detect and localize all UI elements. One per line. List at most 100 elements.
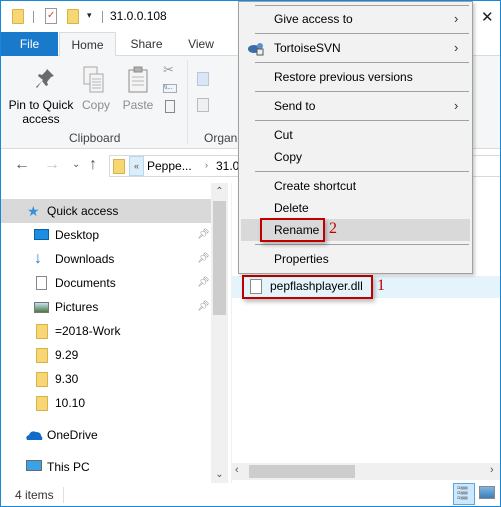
- pin-label-line2: access: [22, 112, 60, 126]
- pin-icon[interactable]: 📌︎: [197, 223, 210, 247]
- nav-item-onedrive[interactable]: OneDrive: [1, 423, 211, 447]
- status-bar: 4 items ▫═ ▫═ ▫═: [1, 483, 500, 506]
- organize-group-label: Organi: [204, 131, 241, 145]
- pictures-icon: [34, 302, 49, 313]
- copy-button[interactable]: Copy: [79, 56, 113, 128]
- navpane-scrollbar[interactable]: ⌃ ⌄: [211, 183, 228, 483]
- copy-label: Copy: [81, 98, 110, 112]
- move-to-icon[interactable]: [197, 72, 209, 86]
- nav-item-folder[interactable]: 10.10: [1, 391, 211, 415]
- large-icons-view-button[interactable]: [479, 486, 495, 499]
- nav-item-folder[interactable]: 9.29: [1, 343, 211, 367]
- scroll-left-arrow[interactable]: ‹: [235, 464, 239, 476]
- onedrive-icon: [26, 431, 43, 440]
- recent-locations-button[interactable]: ⌄: [72, 159, 80, 170]
- menu-item-label: Delete: [274, 201, 309, 215]
- menu-item-cut[interactable]: Cut: [241, 124, 470, 146]
- menu-separator: [255, 120, 469, 121]
- cut-icon[interactable]: ✂: [163, 62, 174, 78]
- submenu-arrow-icon: ›: [454, 98, 459, 113]
- folder-icon: [36, 348, 48, 363]
- up-button[interactable]: ↑: [89, 156, 97, 174]
- annotation-step-1: 1: [377, 277, 385, 294]
- scroll-down-arrow[interactable]: ⌄: [211, 466, 228, 483]
- breadcrumb-item[interactable]: Peppe...: [147, 159, 192, 173]
- submenu-arrow-icon: ›: [454, 40, 459, 55]
- nav-item-label: OneDrive: [47, 428, 98, 442]
- details-view-button[interactable]: ▫═ ▫═ ▫═: [453, 483, 475, 505]
- tab-share[interactable]: Share: [119, 32, 174, 56]
- nav-item-label: Pictures: [55, 300, 99, 314]
- menu-item-label: Properties: [274, 252, 329, 266]
- folder-icon: [36, 372, 48, 387]
- new-folder-icon[interactable]: [67, 9, 79, 24]
- menu-separator: [255, 91, 469, 92]
- breadcrumb-separator[interactable]: ›: [205, 160, 208, 170]
- copy-to-icon[interactable]: [197, 98, 209, 112]
- paste-shortcut-icon[interactable]: [165, 100, 175, 113]
- scroll-right-arrow[interactable]: ›: [490, 464, 494, 476]
- folder-icon: [36, 396, 48, 411]
- menu-item-create-shortcut[interactable]: Create shortcut: [241, 175, 470, 197]
- horizontal-scrollbar[interactable]: ‹ ›: [232, 463, 500, 480]
- menu-item-label: Create shortcut: [274, 179, 357, 193]
- forward-button[interactable]: →: [44, 156, 60, 174]
- nav-item-quick-access[interactable]: ★ Quick access: [1, 199, 211, 223]
- nav-item-label: This PC: [47, 460, 90, 474]
- nav-item-desktop[interactable]: Desktop 📌︎: [1, 223, 211, 247]
- nav-item-folder[interactable]: 9.30: [1, 367, 211, 391]
- tab-home[interactable]: Home: [59, 32, 116, 57]
- scroll-up-arrow[interactable]: ⌃: [211, 183, 228, 200]
- menu-item-send-to[interactable]: Send to ›: [241, 95, 470, 117]
- folder-icon: [36, 324, 48, 339]
- nav-item-this-pc[interactable]: This PC: [1, 455, 211, 479]
- paste-button[interactable]: Paste: [119, 56, 157, 128]
- menu-item-give-access[interactable]: Give access to ›: [241, 8, 470, 30]
- pin-icon[interactable]: 📌︎: [197, 271, 210, 295]
- pin-to-quick-access-button[interactable]: Pin to Quick access: [5, 56, 77, 128]
- menu-item-tortoisesvn[interactable]: TortoiseSVN ›: [241, 37, 470, 59]
- menu-item-restore-previous-versions[interactable]: Restore previous versions: [241, 66, 470, 88]
- download-icon: ↓: [34, 250, 42, 267]
- item-count: 4 items: [15, 488, 54, 502]
- window-title: 31.0.0.108: [110, 9, 167, 23]
- menu-item-delete[interactable]: Delete: [241, 197, 470, 219]
- paste-label: Paste: [122, 98, 154, 112]
- nav-item-folder[interactable]: =2018-Work: [1, 319, 211, 343]
- nav-item-downloads[interactable]: ↓ Downloads 📌︎: [1, 247, 211, 271]
- scrollbar-thumb[interactable]: [249, 465, 355, 478]
- copy-icon: [83, 66, 104, 93]
- breadcrumb-overflow-button[interactable]: «: [129, 156, 144, 176]
- qat-separator: [102, 11, 103, 23]
- folder-icon: [113, 159, 125, 174]
- tab-file[interactable]: File: [1, 32, 58, 56]
- menu-separator: [255, 244, 469, 245]
- back-button[interactable]: ←: [14, 156, 30, 174]
- folder-icon: [12, 9, 24, 24]
- qat-separator: [33, 11, 34, 23]
- file-explorer-window: ▾ 31.0.0.108 ✕ File Home Share View ? Pi…: [0, 0, 501, 507]
- qat-dropdown-icon[interactable]: ▾: [87, 10, 92, 21]
- star-icon: ★: [27, 203, 40, 219]
- close-icon[interactable]: ✕: [481, 8, 494, 26]
- this-pc-icon: [26, 460, 42, 471]
- copy-path-icon[interactable]: \\...: [163, 84, 177, 93]
- scrollbar-thumb[interactable]: [213, 201, 226, 315]
- nav-item-label: 9.29: [55, 348, 79, 362]
- pin-icon[interactable]: 📌︎: [197, 247, 210, 271]
- menu-separator: [255, 5, 469, 6]
- pin-icon[interactable]: 📌︎: [197, 295, 210, 319]
- tab-view[interactable]: View: [177, 32, 225, 56]
- navigation-pane: ★ Quick access Desktop 📌︎ ↓ Downloads 📌︎…: [1, 183, 229, 483]
- nav-item-label: Documents: [55, 276, 116, 290]
- annotation-step-2: 2: [329, 220, 337, 237]
- menu-item-label: Give access to: [274, 12, 353, 26]
- menu-item-copy[interactable]: Copy: [241, 146, 470, 168]
- properties-icon[interactable]: [45, 8, 57, 24]
- menu-item-label: Cut: [274, 128, 293, 142]
- nav-item-documents[interactable]: Documents 📌︎: [1, 271, 211, 295]
- nav-item-pictures[interactable]: Pictures 📌︎: [1, 295, 211, 319]
- menu-item-properties[interactable]: Properties: [241, 248, 470, 270]
- menu-item-label: Copy: [274, 150, 303, 164]
- status-separator: [63, 487, 64, 503]
